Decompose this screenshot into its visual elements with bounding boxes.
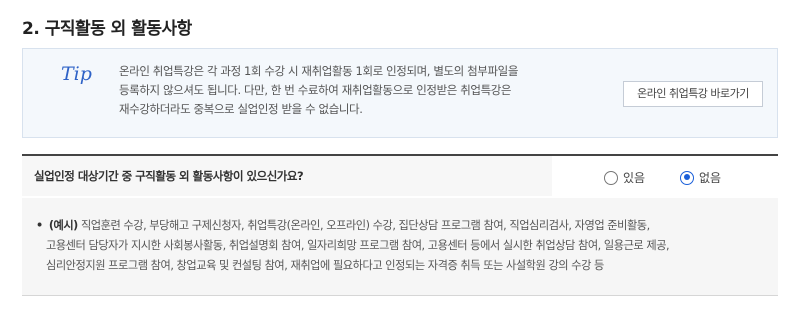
radio-yes[interactable]: 있음 [604,169,645,186]
tip-line: 등록하지 않으셔도 됩니다. 다만, 한 번 수료하여 재취업활동으로 인정받은… [119,83,512,97]
radio-no[interactable]: 없음 [680,169,721,186]
example-label: (예시) [48,219,78,232]
radio-circle-icon[interactable] [604,170,618,185]
example-line3: 심리안정지원 프로그램 참여, 창업교육 및 컨설팅 참여, 재취업에 필요하다… [46,259,604,272]
example-line1: 직업훈련 수강, 부당해고 구제신청자, 취업특강(온라인, 오프라인) 수강,… [80,219,650,232]
tip-text: 온라인 취업특강은 각 과정 1회 수강 시 재취업활동 1회로 인정되며, 별… [119,62,589,119]
section-title: 2. 구직활동 외 활동사항 [22,19,192,39]
example-line: • (예시) 직업훈련 수강, 부당해고 구제신청자, 취업특강(온라인, 오프… [36,216,776,236]
question-text: 실업인정 대상기간 중 구직활동 외 활동사항이 있으신가요? [34,169,304,183]
example-box: • (예시) 직업훈련 수강, 부당해고 구제신청자, 취업특강(온라인, 오프… [22,198,778,296]
tip-line: 온라인 취업특강은 각 과정 1회 수강 시 재취업활동 1회로 인정되며, 별… [119,64,519,78]
example-text: • (예시) 직업훈련 수강, 부당해고 구제신청자, 취업특강(온라인, 오프… [36,216,776,276]
tip-box: Tip 온라인 취업특강은 각 과정 1회 수강 시 재취업활동 1회로 인정되… [22,48,778,138]
radio-no-label[interactable]: 없음 [699,169,721,186]
bullet-icon: • [36,219,43,232]
question-row: 실업인정 대상기간 중 구직활동 외 활동사항이 있으신가요? 있음 없음 [22,154,778,196]
tip-icon: Tip [61,63,92,85]
radio-yes-label[interactable]: 있음 [623,169,645,186]
question-cell: 실업인정 대상기간 중 구직활동 외 활동사항이 있으신가요? [22,156,552,196]
example-line2: 고용센터 담당자가 지시한 사회봉사활동, 취업설명회 참여, 일자리희망 프로… [46,239,670,252]
online-lecture-shortcut-button[interactable]: 온라인 취업특강 바로가기 [623,81,763,107]
tip-line: 재수강하더라도 중복으로 실업인정 받을 수 없습니다. [119,102,363,116]
radio-circle-checked-icon[interactable] [680,170,694,185]
